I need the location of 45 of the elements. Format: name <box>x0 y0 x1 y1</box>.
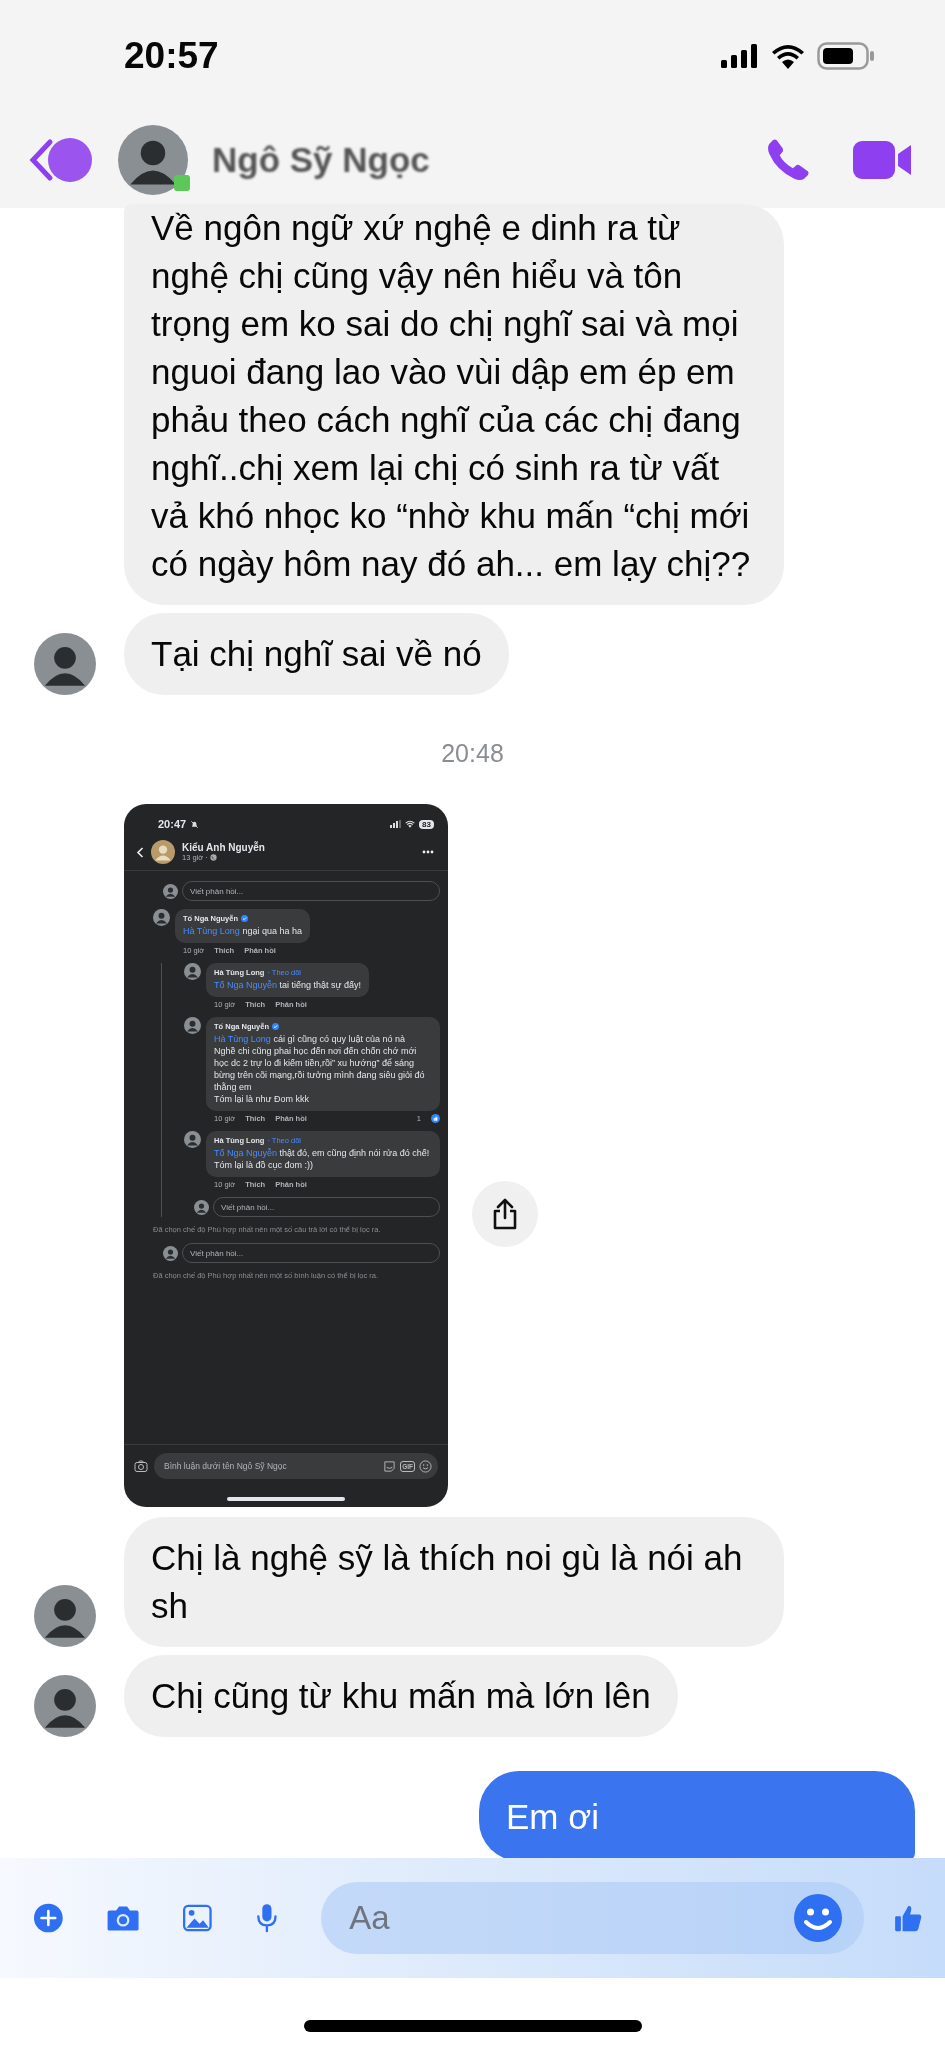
comment-text: Hà Tùng Long ngại qua ha ha <box>183 925 302 937</box>
globe-icon <box>209 854 217 861</box>
reply-field[interactable]: Viết phản hồi... <box>182 881 440 901</box>
share-icon <box>491 1198 519 1230</box>
muted-bell-icon <box>190 819 200 829</box>
avatar-icon <box>163 883 178 899</box>
message-bubble: Về ngôn ngữ xứ nghệ e dinh ra từ nghệ chị cũng vậy nên hiểu và tôn trọng em ko sai do chị nghĩ sai và mọi nguoi đang lao vào vùi dập em ép em phảu theo cách nghĩ của các chị đang nghĩ..chị xem lại chị có sinh ra từ vất vả khó nhọc ko “nhờ khu mấn “chị mới có ngày hôm nay đó ah... em lạy chị?? <box>124 204 784 605</box>
timestamp: 20:48 <box>440 739 505 768</box>
avatar-icon <box>184 963 201 980</box>
wifi-icon <box>771 43 805 69</box>
more-icon[interactable] <box>422 850 434 854</box>
sticker-icon[interactable] <box>383 1459 397 1473</box>
avatar-icon <box>153 909 170 926</box>
avatar-icon <box>151 840 175 864</box>
avatar-icon <box>194 1199 209 1215</box>
avatar-icon <box>184 1017 201 1034</box>
message-bubble: Tại chị nghĩ sai về nó <box>124 613 509 695</box>
battery-icon <box>817 42 875 70</box>
message-field[interactable]: Aa <box>321 1882 865 1954</box>
battery-level: 83 <box>419 819 434 829</box>
signal-icon <box>390 820 402 828</box>
contact-name[interactable]: Ngô Sỹ Ngọc <box>212 140 430 180</box>
shared-screenshot[interactable] <box>124 804 448 1507</box>
message-bubble: Em ơi <box>479 1771 915 1861</box>
reply-field[interactable]: Viết phản hồi... <box>213 1197 440 1217</box>
like-reaction-icon <box>431 1114 440 1123</box>
message-bubble: Chị là nghệ sỹ là thích noi gù là nói ah sh <box>124 1517 784 1647</box>
emoji-icon[interactable] <box>794 1894 843 1942</box>
signal-icon <box>721 44 759 68</box>
wifi-icon <box>405 820 416 828</box>
comment-text: Tố Nga Nguyễn tai tiếng thật sự đấy! <box>214 979 362 991</box>
video-call-icon[interactable] <box>853 139 913 181</box>
status-time: 20:47 <box>158 818 187 830</box>
camera-icon[interactable] <box>134 1460 148 1472</box>
avatar-icon <box>163 1245 178 1261</box>
status-time: 20:57 <box>124 35 219 77</box>
emoji-icon[interactable] <box>419 1459 432 1473</box>
avatar-icon <box>118 125 188 195</box>
comment-text: Hà Tùng Long cái gì cũng có quy luật của nó nà Nghề chi cũng phai học đến nơi đến chốn chớ mới học dc 2 trự lo đi kiếm tiền,rồi” xu hướng” để sáng bừng trên cõi mạng,rồi tưởng mình đang siêu giỏi đó thằng em Tóm lại là như Đom kkk <box>214 1033 426 1105</box>
avatar-icon <box>184 1131 201 1148</box>
post-author[interactable]: Kiểu Anh Nguyễn <box>182 842 265 853</box>
comment-text: Tố Nga Nguyễn thật đó, em cũng định nói rửa đó chế! Tóm lại là đồ cục đom :)) <box>214 1147 431 1171</box>
unread-badge-icon <box>48 138 92 182</box>
message-bubble: Chị cũng từ khu mấn mà lớn lên <box>124 1655 678 1737</box>
reply-field[interactable]: Viết phản hồi... <box>182 1243 440 1263</box>
